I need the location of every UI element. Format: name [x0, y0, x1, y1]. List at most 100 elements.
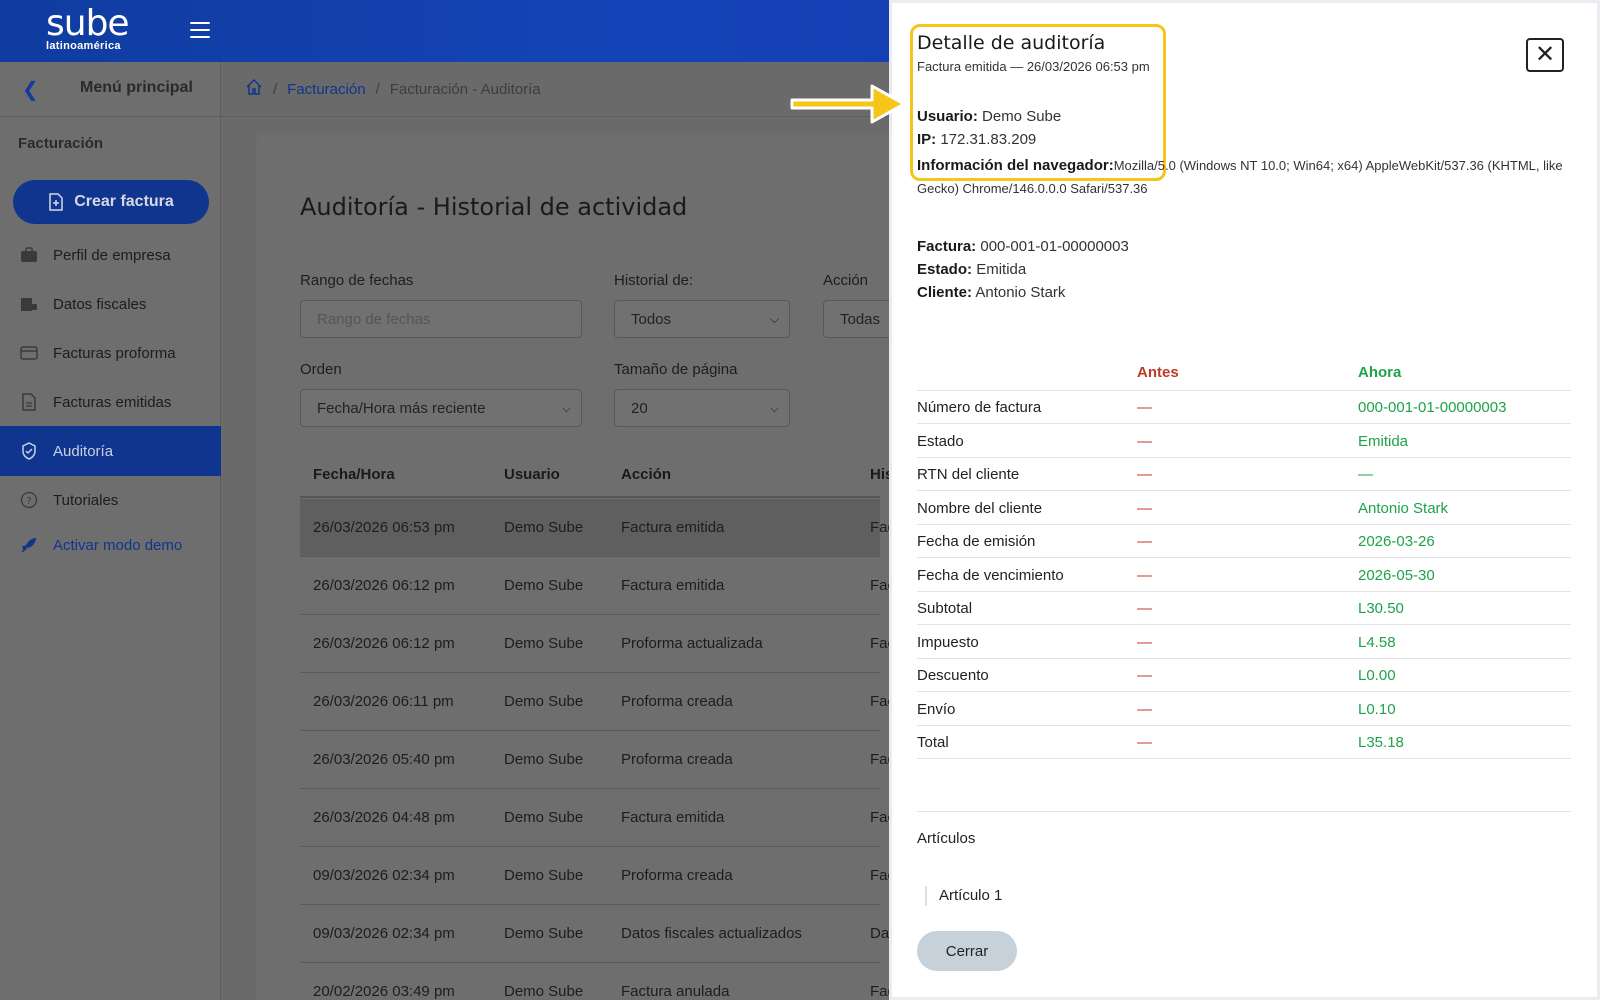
compare-after: —: [1358, 466, 1373, 483]
invoice-label: Factura:: [917, 238, 977, 255]
compare-before: —: [1137, 734, 1152, 751]
close-button[interactable]: ✕: [1526, 38, 1564, 72]
sidebar-item-proforma[interactable]: Facturas proforma: [0, 328, 221, 378]
user-value: Demo Sube: [982, 108, 1062, 125]
order-value: Fecha/Hora más reciente: [317, 399, 486, 417]
table-row[interactable]: 09/03/2026 02:34 pm Demo Sube Proforma cre…: [300, 847, 895, 905]
breadcrumb-current: Facturación - Auditoría: [389, 80, 541, 98]
compare-row: Envío — L0.10: [917, 693, 1571, 726]
table-cell: Demo Sube: [504, 925, 584, 942]
compare-row: Fecha de emisión — 2026-03-26: [917, 525, 1571, 558]
ip-value: 172.31.83.209: [940, 131, 1037, 148]
table-row[interactable]: 20/02/2026 03:49 pm Demo Sube Factura anul…: [300, 963, 895, 1000]
sidebar-header: ❮ Menú principal: [0, 62, 220, 117]
table-cell: 20/02/2026 03:49 pm: [313, 983, 455, 1000]
compare-row: Estado — Emitida: [917, 425, 1571, 458]
chevron-left-icon[interactable]: ❮: [22, 77, 39, 102]
breadcrumb-separator: /: [375, 80, 380, 98]
table-cell: Demo Sube: [504, 983, 584, 1000]
sidebar-item-label: Tutoriales: [53, 491, 119, 509]
table-cell: Demo Sube: [504, 867, 584, 884]
date-range-placeholder: Rango de fechas: [317, 310, 431, 328]
table-cell: 26/03/2026 06:53 pm: [313, 519, 455, 536]
panel-subtitle: Factura emitida — 26/03/2026 06:53 pm: [917, 59, 1150, 74]
table-row[interactable]: 26/03/2026 05:40 pm Demo Sube Proforma cre…: [300, 731, 895, 789]
page-size-select[interactable]: 20 ⌵: [614, 389, 790, 427]
chevron-down-icon: ⌵: [769, 312, 779, 326]
compare-after: L4.58: [1358, 633, 1396, 651]
sidebar: ❮ Menú principal Facturación Crear factu…: [0, 62, 221, 1000]
user-label: Usuario:: [917, 108, 978, 125]
action-value: Todas: [840, 310, 881, 328]
app-logo[interactable]: sube latinoamérica: [46, 6, 130, 53]
page-size-value: 20: [631, 399, 648, 417]
table-cell: Proforma creada: [621, 751, 733, 768]
user-info: Usuario: Demo Sube: [917, 108, 1061, 125]
compare-after: L30.50: [1358, 600, 1404, 617]
breadcrumb-link[interactable]: Facturación: [287, 81, 365, 98]
compare-after: L0.00: [1358, 667, 1396, 684]
activate-demo-link[interactable]: Activar modo demo: [0, 520, 221, 570]
table-cell: 26/03/2026 04:48 pm: [313, 809, 455, 826]
sidebar-item-fiscal-data[interactable]: Datos fiscales: [0, 279, 221, 329]
column-header[interactable]: Fecha/Hora: [313, 466, 395, 483]
compare-label: Subtotal: [917, 600, 973, 617]
invoice-info: Factura: 000-001-01-00000003: [917, 238, 1129, 255]
sidebar-item-label: Facturas emitidas: [53, 393, 172, 411]
column-header[interactable]: Acción: [621, 466, 671, 483]
history-label: Historial de:: [614, 272, 694, 289]
arrow-right-icon: [790, 84, 906, 124]
table-row[interactable]: 26/03/2026 04:48 pm Demo Sube Factura emit…: [300, 789, 895, 847]
order-label: Orden: [300, 361, 342, 378]
sidebar-item-label: Datos fiscales: [53, 295, 147, 313]
table-cell: Proforma creada: [621, 867, 733, 884]
compare-label: Fecha de vencimiento: [917, 566, 1064, 584]
table-cell: Proforma actualizada: [621, 635, 763, 652]
document-icon: [20, 393, 38, 411]
create-invoice-button[interactable]: Crear factura: [13, 180, 209, 224]
section-divider: [917, 811, 1571, 812]
items-title: Artículos: [917, 830, 976, 847]
ip-info: IP: 172.31.83.209: [917, 131, 1036, 148]
sidebar-item-tutorials[interactable]: ? Tutoriales: [0, 475, 221, 525]
table-row[interactable]: 26/03/2026 06:12 pm Demo Sube Factura emit…: [300, 557, 895, 615]
create-invoice-label: Crear factura: [74, 193, 174, 210]
building-lock-icon: [20, 295, 38, 313]
breadcrumb: / Facturación / Facturación - Auditoría: [245, 78, 541, 100]
sidebar-item-audit[interactable]: Auditoría: [0, 426, 221, 476]
order-select[interactable]: Fecha/Hora más reciente ⌵: [300, 389, 582, 427]
breadcrumb-separator: /: [273, 80, 278, 98]
after-header: Ahora: [1358, 364, 1402, 381]
compare-before: —: [1137, 633, 1152, 651]
history-select[interactable]: Todos ⌵: [614, 300, 790, 338]
menu-icon[interactable]: [190, 22, 210, 38]
home-icon[interactable]: [245, 78, 263, 100]
compare-before: —: [1137, 466, 1152, 483]
sidebar-item-issued-invoices[interactable]: Facturas emitidas: [0, 377, 221, 427]
sidebar-item-company-profile[interactable]: Perfil de empresa: [0, 230, 221, 280]
item-entry[interactable]: Artículo 1: [925, 886, 1002, 906]
table-cell: 26/03/2026 06:12 pm: [313, 635, 455, 652]
panel-title: Detalle de auditoría: [917, 32, 1106, 54]
rocket-icon: [20, 536, 38, 554]
compare-label: Descuento: [917, 667, 989, 684]
cerrar-button[interactable]: Cerrar: [917, 931, 1017, 971]
question-circle-icon: ?: [20, 491, 38, 509]
browser-label: Información del navegador:: [917, 157, 1114, 174]
compare-after: L35.18: [1358, 734, 1404, 751]
shield-check-icon: [20, 442, 38, 460]
status-info: Estado: Emitida: [917, 261, 1026, 278]
column-header[interactable]: Usuario: [504, 466, 560, 483]
chevron-down-icon: ⌵: [561, 401, 571, 415]
table-row[interactable]: 26/03/2026 06:12 pm Demo Sube Proforma act…: [300, 615, 895, 673]
file-plus-icon: [49, 193, 63, 211]
table-cell: 26/03/2026 05:40 pm: [313, 751, 455, 768]
table-row[interactable]: 26/03/2026 06:11 pm Demo Sube Proforma cre…: [300, 673, 895, 731]
compare-after: 2026-03-26: [1358, 533, 1435, 550]
date-range-input[interactable]: Rango de fechas: [300, 300, 582, 338]
compare-label: RTN del cliente: [917, 466, 1020, 483]
compare-label: Impuesto: [917, 633, 979, 651]
table-row[interactable]: 09/03/2026 02:34 pm Demo Sube Datos fiscal…: [300, 905, 889, 963]
table-row[interactable]: 26/03/2026 06:53 pm Demo Sube Factura emit…: [300, 499, 895, 557]
table-cell: Da: [870, 925, 890, 942]
